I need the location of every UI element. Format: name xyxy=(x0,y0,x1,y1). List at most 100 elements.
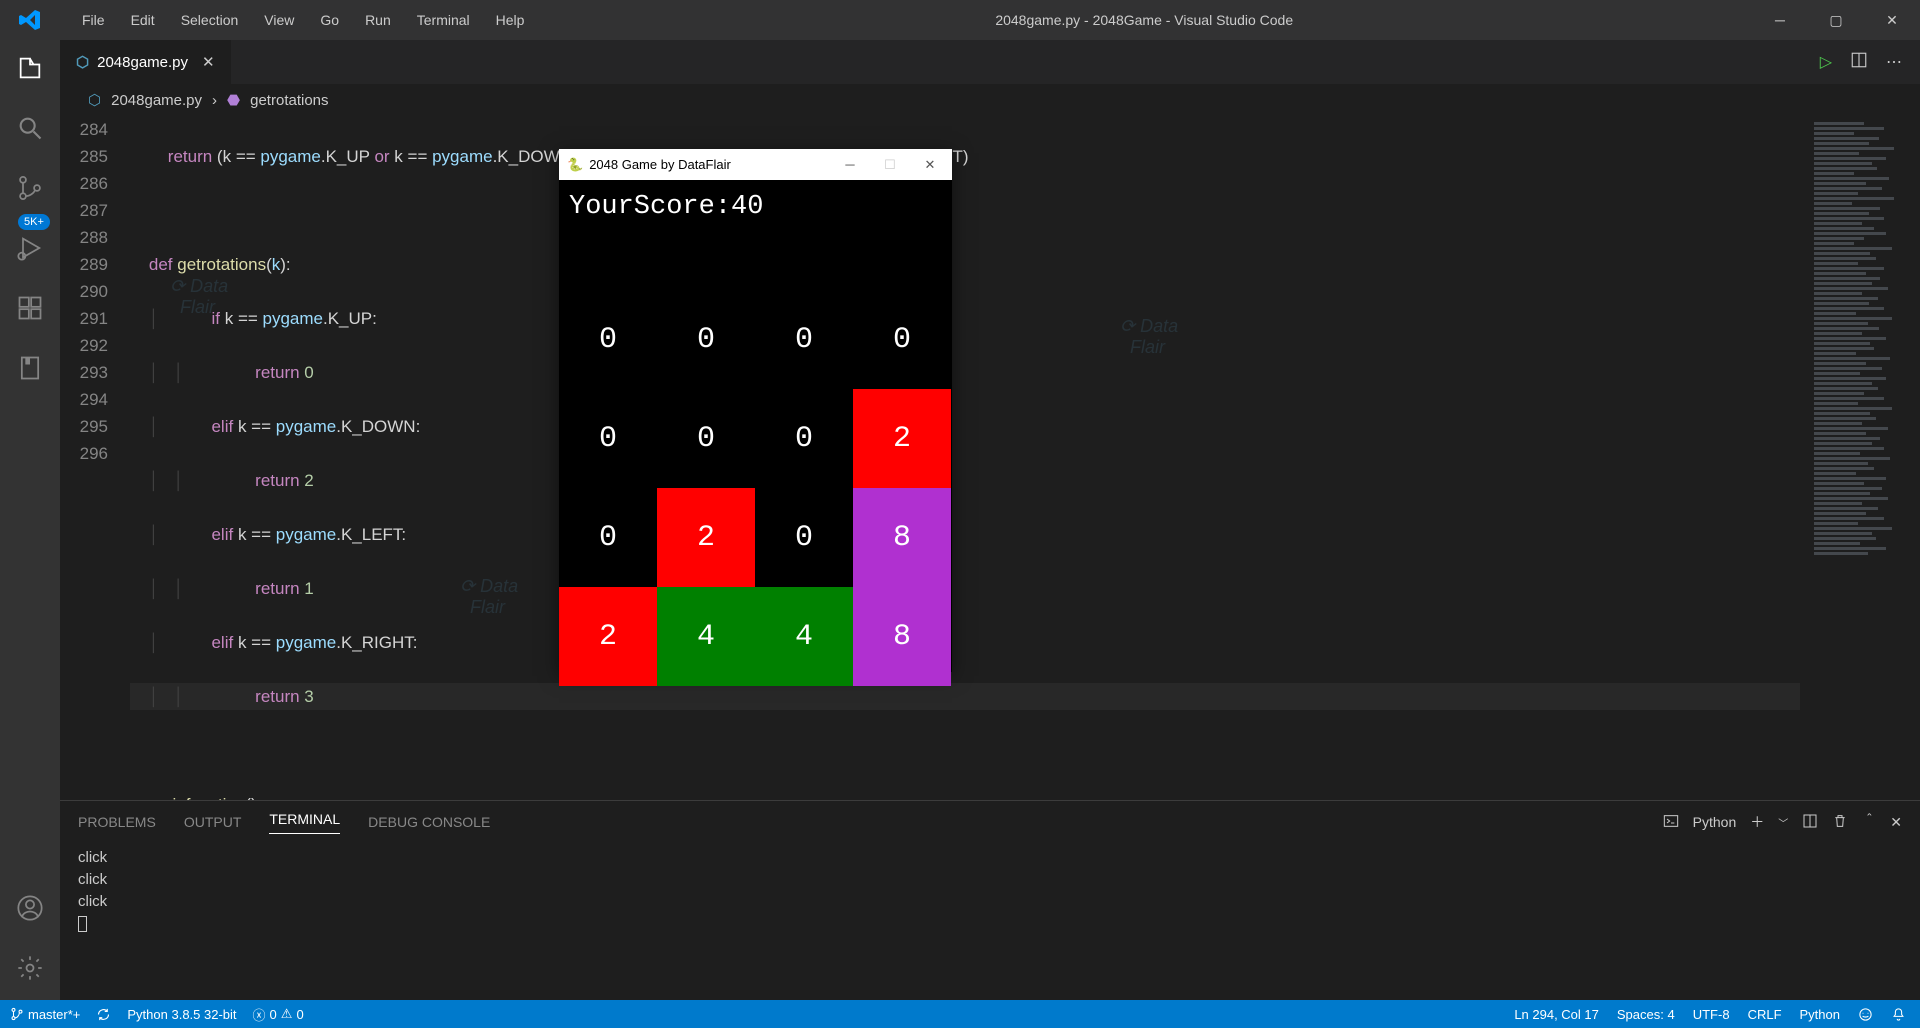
minimap[interactable] xyxy=(1800,116,1920,800)
close-panel-icon[interactable]: ✕ xyxy=(1890,814,1902,831)
menu-run[interactable]: Run xyxy=(353,6,403,34)
breadcrumb-file[interactable]: 2048game.py xyxy=(111,92,202,109)
more-icon[interactable]: ⋯ xyxy=(1886,52,1902,72)
menu-edit[interactable]: Edit xyxy=(119,6,167,34)
explorer-icon[interactable] xyxy=(14,52,46,84)
account-icon[interactable] xyxy=(14,892,46,924)
pygame-close-button[interactable]: ✕ xyxy=(916,157,944,173)
cell-2-2: 0 xyxy=(755,488,853,587)
terminal-dropdown-icon[interactable]: ﹀ xyxy=(1778,815,1788,830)
terminal-body[interactable]: click click click xyxy=(60,843,1920,1000)
pygame-maximize-button[interactable]: ☐ xyxy=(876,157,904,173)
pygame-minimize-button[interactable]: ─ xyxy=(836,157,864,173)
pygame-title: 2048 Game by DataFlair xyxy=(583,157,836,172)
menu-help[interactable]: Help xyxy=(484,6,537,34)
minimize-button[interactable]: ─ xyxy=(1752,0,1808,40)
terminal-line: click xyxy=(78,891,1902,913)
cell-3-1: 4 xyxy=(657,587,755,686)
cell-0-3: 0 xyxy=(853,290,951,389)
run-file-icon[interactable]: ▷ xyxy=(1820,52,1832,72)
source-control-icon[interactable] xyxy=(14,172,46,204)
maximize-panel-icon[interactable]: ＾ xyxy=(1862,812,1876,832)
symbol-icon: ⬣ xyxy=(227,91,240,109)
cell-1-0: 0 xyxy=(559,389,657,488)
terminal-select[interactable]: Python xyxy=(1693,814,1737,830)
python-file-icon: ⬡ xyxy=(88,91,101,109)
extensions-icon[interactable] xyxy=(14,292,46,324)
menu-go[interactable]: Go xyxy=(308,6,351,34)
cell-0-1: 0 xyxy=(657,290,755,389)
bookmark-icon[interactable] xyxy=(14,352,46,384)
trash-icon[interactable] xyxy=(1832,813,1848,832)
cell-3-2: 4 xyxy=(755,587,853,686)
window-title: 2048game.py - 2048Game - Visual Studio C… xyxy=(536,12,1752,28)
status-bar: master*+ Python 3.8.5 32-bit ⓧ0 ⚠0 Ln 29… xyxy=(0,1000,1920,1028)
bottom-panel: PROBLEMS OUTPUT TERMINAL DEBUG CONSOLE P… xyxy=(60,800,1920,1000)
editor-area: ⬡ 2048game.py ✕ ▷ ⋯ ⬡ 2048game.py › ⬣ ge… xyxy=(60,40,1920,1000)
terminal-tab[interactable]: TERMINAL xyxy=(269,811,340,834)
python-interpreter[interactable]: Python 3.8.5 32-bit xyxy=(127,1007,236,1022)
cell-3-3: 8 xyxy=(853,587,951,686)
window-controls: ─ ▢ ✕ xyxy=(1752,0,1920,40)
notifications-icon[interactable] xyxy=(1891,1007,1906,1022)
settings-icon[interactable] xyxy=(14,952,46,984)
menu-selection[interactable]: Selection xyxy=(169,6,251,34)
terminal-line: click xyxy=(78,847,1902,869)
cell-2-3: 8 xyxy=(853,488,951,587)
menu-bar: File Edit Selection View Go Run Terminal… xyxy=(60,6,536,34)
close-button[interactable]: ✕ xyxy=(1864,0,1920,40)
branch-indicator[interactable]: master*+ xyxy=(10,1007,80,1022)
problems-tab[interactable]: PROBLEMS xyxy=(78,814,156,830)
editor-tabs: ⬡ 2048game.py ✕ ▷ ⋯ xyxy=(60,40,1920,84)
code-editor[interactable]: 284 285 286 287 288 289 290 291 292 293 … xyxy=(60,116,1920,800)
maximize-button[interactable]: ▢ xyxy=(1808,0,1864,40)
activity-bar: 5K+ xyxy=(0,40,60,1000)
pygame-window[interactable]: 🐍 2048 Game by DataFlair ─ ☐ ✕ YourScore… xyxy=(559,149,952,672)
new-terminal-icon[interactable]: ＋ xyxy=(1750,812,1764,832)
pygame-title-bar[interactable]: 🐍 2048 Game by DataFlair ─ ☐ ✕ xyxy=(559,149,952,180)
cell-1-1: 0 xyxy=(657,389,755,488)
breadcrumb[interactable]: ⬡ 2048game.py › ⬣ getrotations xyxy=(60,84,1920,116)
panel-tabs: PROBLEMS OUTPUT TERMINAL DEBUG CONSOLE P… xyxy=(60,801,1920,843)
cell-0-2: 0 xyxy=(755,290,853,389)
run-debug-icon[interactable] xyxy=(14,232,46,264)
vscode-icon xyxy=(0,8,60,32)
cell-2-0: 0 xyxy=(559,488,657,587)
terminal-cursor xyxy=(78,916,87,932)
menu-terminal[interactable]: Terminal xyxy=(405,6,482,34)
encoding[interactable]: UTF-8 xyxy=(1693,1007,1730,1022)
indentation[interactable]: Spaces: 4 xyxy=(1617,1007,1675,1022)
search-icon[interactable] xyxy=(14,112,46,144)
editor-tab[interactable]: ⬡ 2048game.py ✕ xyxy=(60,40,231,84)
language-mode[interactable]: Python xyxy=(1800,1007,1840,1022)
code-content[interactable]: return (k == pygame.K_UP or k == pygame.… xyxy=(130,116,1800,800)
feedback-icon[interactable] xyxy=(1858,1007,1873,1022)
breadcrumb-symbol[interactable]: getrotations xyxy=(250,92,328,109)
score-label: YourScore:40 xyxy=(559,192,952,242)
chevron-right-icon: › xyxy=(212,92,217,109)
menu-view[interactable]: View xyxy=(252,6,306,34)
problems-indicator[interactable]: ⓧ0 ⚠0 xyxy=(253,1005,304,1024)
line-numbers: 284 285 286 287 288 289 290 291 292 293 … xyxy=(60,116,130,800)
tab-label: 2048game.py xyxy=(97,54,188,71)
menu-file[interactable]: File xyxy=(70,6,117,34)
scm-badge: 5K+ xyxy=(18,214,50,230)
sync-icon[interactable] xyxy=(96,1007,111,1022)
terminal-line: click xyxy=(78,869,1902,891)
pygame-body: YourScore:40 0 0 0 0 0 0 0 2 0 2 0 8 2 4… xyxy=(559,180,952,686)
game-grid: 0 0 0 0 0 0 0 2 0 2 0 8 2 4 4 8 xyxy=(559,290,952,686)
cell-3-0: 2 xyxy=(559,587,657,686)
cursor-position[interactable]: Ln 294, Col 17 xyxy=(1514,1007,1599,1022)
output-tab[interactable]: OUTPUT xyxy=(184,814,242,830)
split-terminal-icon[interactable] xyxy=(1802,813,1818,832)
debug-console-tab[interactable]: DEBUG CONSOLE xyxy=(368,814,490,830)
cell-2-1: 2 xyxy=(657,488,755,587)
tab-close-icon[interactable]: ✕ xyxy=(202,53,215,71)
terminal-launch-icon[interactable] xyxy=(1663,813,1679,832)
cell-0-0: 0 xyxy=(559,290,657,389)
pygame-app-icon: 🐍 xyxy=(567,157,583,173)
title-bar: File Edit Selection View Go Run Terminal… xyxy=(0,0,1920,40)
python-file-icon: ⬡ xyxy=(76,53,89,71)
split-editor-icon[interactable] xyxy=(1850,51,1868,74)
eol[interactable]: CRLF xyxy=(1748,1007,1782,1022)
